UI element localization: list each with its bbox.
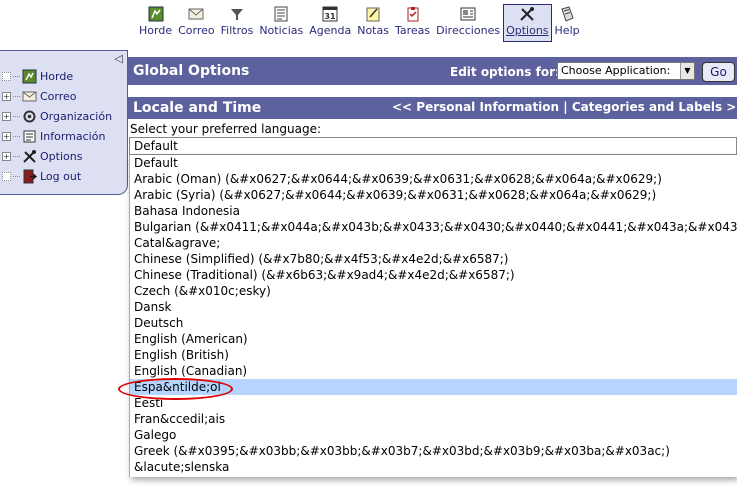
language-option[interactable]: Catal&agrave; — [130, 235, 737, 251]
chevron-down-icon: ▼ — [680, 63, 694, 79]
nav-label: Direcciones — [436, 24, 501, 37]
calendar-icon: 31 — [321, 6, 339, 22]
app-menu: Horde Correo Filtros Noticias 31 Agenda — [136, 4, 583, 42]
tree-node-icon — [2, 71, 11, 81]
nav-item-filtros[interactable]: Filtros — [218, 4, 257, 42]
address-book-icon — [459, 6, 477, 22]
tasks-icon — [404, 6, 422, 22]
notes-icon — [364, 6, 382, 22]
nav-item-agenda[interactable]: 31 Agenda — [306, 4, 354, 42]
language-option[interactable]: Galego — [130, 427, 737, 443]
language-option[interactable]: Deutsch — [130, 315, 737, 331]
personal-information-link[interactable]: << Personal Information — [392, 100, 559, 114]
application-select[interactable]: Choose Application: ▼ — [557, 62, 695, 80]
language-option[interactable]: Arabic (Oman) (&#x0627;&#x0644;&#x0639;&… — [130, 171, 737, 187]
sidebar-item-correo[interactable]: + Correo — [2, 87, 77, 105]
language-option[interactable]: &lacute;slenska — [130, 459, 737, 475]
sidebar-item-label: Información — [40, 129, 106, 143]
sidebar-item-label: Log out — [40, 169, 82, 183]
sidebar-item-label: Organización — [40, 109, 113, 123]
nav-label: Noticias — [259, 24, 304, 37]
language-option[interactable]: Bulgarian (&#x0411;&#x044a;&#x043b;&#x04… — [130, 219, 737, 235]
language-option[interactable]: Chinese (Simplified) (&#x7b80;&#x4f53;&#… — [130, 251, 737, 267]
nav-item-tareas[interactable]: Tareas — [392, 4, 433, 42]
organizer-icon — [21, 108, 37, 124]
annotation-circle — [118, 378, 233, 400]
sidebar-item-label: Options — [40, 149, 83, 163]
sidebar-item-horde[interactable]: Horde — [2, 67, 73, 85]
sidebar-item-organizacion[interactable]: + Organización — [2, 107, 112, 125]
application-select-value: Choose Application: — [561, 64, 671, 77]
sidebar: ◁ Horde + Correo + Organización + Inform… — [0, 50, 128, 195]
nav-label: Tareas — [394, 24, 431, 37]
sidebar-item-options[interactable]: + Options — [2, 147, 82, 165]
expand-icon[interactable]: + — [2, 91, 11, 101]
expand-icon[interactable]: + — [2, 111, 11, 121]
tools-icon — [518, 6, 536, 22]
nav-label: Horde — [139, 24, 173, 37]
language-option[interactable]: Czech (&#x010c;esky) — [130, 283, 737, 299]
tools-icon — [21, 148, 37, 164]
sidebar-collapse-icon[interactable]: ◁ — [112, 53, 125, 65]
mail-icon — [21, 88, 37, 104]
calendar-icon-text: 31 — [325, 12, 337, 21]
nav-item-help[interactable]: Help — [552, 4, 583, 42]
news-icon — [272, 6, 290, 22]
breadcrumb: << Personal Information | Categories and… — [392, 100, 737, 114]
tree-node-icon — [2, 171, 11, 181]
help-icon — [558, 6, 576, 22]
section-title: Locale and Time — [133, 100, 262, 116]
language-prompt: Select your preferred language: — [130, 122, 322, 136]
nav-item-correo[interactable]: Correo — [175, 4, 218, 42]
edit-options-label: Edit options for: — [450, 65, 560, 79]
nav-label: Options — [506, 24, 549, 37]
mail-icon — [187, 6, 205, 22]
language-select[interactable]: Default — [129, 137, 737, 155]
nav-label: Help — [554, 24, 580, 37]
language-option[interactable]: Greek (&#x0395;&#x03bb;&#x03bb;&#x03b7;&… — [130, 443, 737, 459]
language-dropdown-list: Default Arabic (Oman) (&#x0627;&#x0644;&… — [129, 155, 737, 477]
nav-item-noticias[interactable]: Noticias — [256, 4, 306, 42]
sidebar-item-label: Correo — [40, 89, 77, 103]
language-option[interactable]: English (British) — [130, 347, 737, 363]
nav-label: Correo — [178, 24, 215, 37]
nav-item-direcciones[interactable]: Direcciones — [433, 4, 503, 42]
top-navigation-bar: Horde Correo Filtros Noticias 31 Agenda — [0, 0, 737, 46]
info-icon — [21, 128, 37, 144]
page-title: Global Options — [133, 63, 250, 79]
horde-icon — [147, 6, 165, 22]
nav-label: Agenda — [309, 24, 352, 37]
language-option[interactable]: Dansk — [130, 299, 737, 315]
sidebar-item-informacion[interactable]: + Información — [2, 127, 105, 145]
categories-labels-link[interactable]: Categories and Labels >> — [572, 100, 737, 114]
global-options-header: Global Options Edit options for: Choose … — [128, 57, 737, 85]
nav-item-options[interactable]: Options — [503, 4, 552, 42]
logout-icon — [21, 168, 37, 184]
language-option[interactable]: Eesti — [130, 395, 737, 411]
horde-icon — [21, 68, 37, 84]
breadcrumb-separator: | — [563, 100, 568, 114]
language-option[interactable]: Default — [130, 155, 737, 171]
language-option[interactable]: Chinese (Traditional) (&#x6b63;&#x9ad4;&… — [130, 267, 737, 283]
go-button[interactable]: Go — [702, 62, 735, 82]
language-option[interactable]: English (Canadian) — [130, 363, 737, 379]
nav-item-notas[interactable]: Notas — [354, 4, 392, 42]
filter-icon — [228, 6, 246, 22]
locale-header: Locale and Time << Personal Information … — [128, 97, 737, 119]
expand-icon[interactable]: + — [2, 151, 11, 161]
nav-label: Filtros — [220, 24, 254, 37]
nav-item-horde[interactable]: Horde — [136, 4, 175, 42]
language-option[interactable]: Bahasa Indonesia — [130, 203, 737, 219]
language-option[interactable]: English (American) — [130, 331, 737, 347]
sidebar-item-logout[interactable]: Log out — [2, 167, 81, 185]
sidebar-item-label: Horde — [40, 69, 74, 83]
language-option[interactable]: Arabic (Syria) (&#x0627;&#x0644;&#x0639;… — [130, 187, 737, 203]
expand-icon[interactable]: + — [2, 131, 11, 141]
language-option[interactable]: Fran&ccedil;ais — [130, 411, 737, 427]
nav-label: Notas — [357, 24, 389, 37]
